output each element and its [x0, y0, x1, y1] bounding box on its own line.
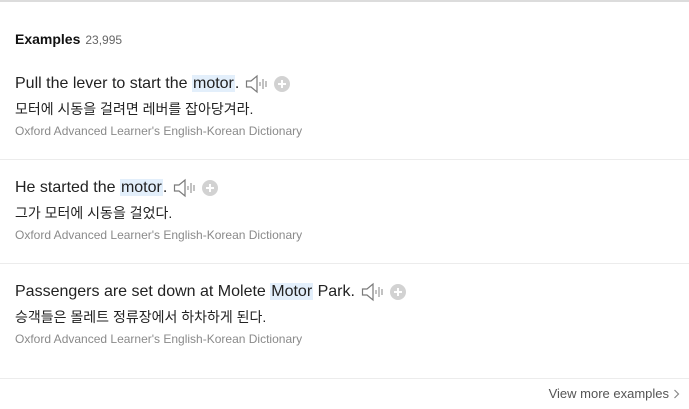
example-sentence-row: He started the motor.: [15, 176, 689, 200]
sentence-text: Pull the lever to start the: [15, 75, 192, 92]
example-source: Oxford Advanced Learner's English-Korean…: [15, 332, 303, 346]
add-to-wordbook-button[interactable]: [202, 180, 219, 196]
add-to-wordbook-button[interactable]: [274, 76, 291, 92]
example-sentence: He started the motor.: [15, 179, 167, 197]
view-more-label: View more examples: [548, 386, 669, 401]
highlighted-keyword: Motor: [270, 283, 314, 300]
example-sentence-row: Pull the lever to start the motor.: [15, 72, 689, 96]
example-translation: 모터에 시동을 걸려면 레버를 잡아당겨라.: [15, 101, 254, 117]
highlighted-keyword: motor: [119, 179, 163, 196]
sentence-text: Passengers are set down at Molete: [15, 283, 271, 300]
example-sentence: Passengers are set down at Molete Motor …: [15, 283, 355, 301]
sentence-text: .: [162, 179, 168, 196]
example-source: Oxford Advanced Learner's English-Korean…: [15, 124, 303, 138]
speaker-icon[interactable]: [173, 178, 197, 198]
view-more-examples-link[interactable]: View more examples: [549, 386, 680, 401]
examples-title: Examples: [15, 31, 81, 47]
example-item: He started the motor. 그가 모터에 시동을 걸었다. Ox…: [15, 176, 689, 242]
sentence-text: Park.: [313, 283, 355, 300]
example-translation: 그가 모터에 시동을 걸었다.: [15, 205, 173, 221]
example-sentence: Pull the lever to start the motor.: [15, 75, 239, 93]
speaker-icon[interactable]: [245, 74, 269, 94]
example-divider: [0, 263, 689, 264]
examples-header: Examples 23,995: [15, 31, 122, 47]
example-item: Passengers are set down at Molete Motor …: [15, 280, 689, 346]
speaker-icon[interactable]: [361, 282, 385, 302]
sentence-text: .: [234, 75, 240, 92]
highlighted-keyword: motor: [191, 75, 235, 92]
example-item: Pull the lever to start the motor. 모터에 시…: [15, 72, 689, 138]
example-source: Oxford Advanced Learner's English-Korean…: [15, 228, 303, 242]
footer-divider: [0, 378, 689, 379]
example-sentence-row: Passengers are set down at Molete Motor …: [15, 280, 689, 304]
top-divider: [0, 0, 689, 2]
examples-count: 23,995: [85, 33, 123, 47]
example-divider: [0, 159, 689, 160]
example-translation: 승객들은 몰레트 정류장에서 하차하게 된다.: [15, 309, 267, 325]
chevron-right-icon: [674, 389, 680, 398]
sentence-text: He started the: [15, 179, 120, 196]
add-to-wordbook-button[interactable]: [389, 284, 406, 300]
